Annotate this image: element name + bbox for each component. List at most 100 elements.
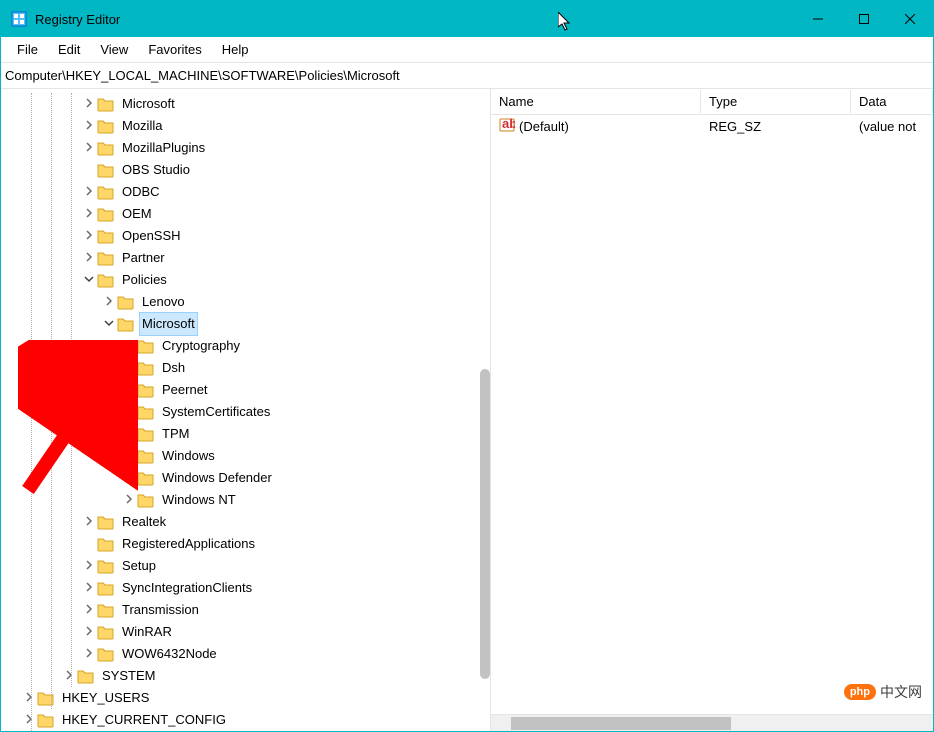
tree-node[interactable]: Dsh — [1, 357, 490, 379]
tree-node-label: OEM — [119, 202, 155, 226]
minimize-icon — [813, 14, 823, 24]
chevron-right-icon[interactable] — [81, 643, 97, 665]
tree-node-label: Partner — [119, 246, 168, 270]
tree-node[interactable]: Mozilla — [1, 115, 490, 137]
tree-node[interactable]: OpenSSH — [1, 225, 490, 247]
tree-node[interactable]: Microsoft — [1, 313, 490, 335]
watermark: php 中文网 — [844, 682, 922, 702]
chevron-right-icon[interactable] — [81, 555, 97, 577]
chevron-right-icon[interactable] — [21, 687, 37, 709]
chevron-right-icon[interactable] — [81, 181, 97, 203]
tree-node[interactable]: WOW6432Node — [1, 643, 490, 665]
tree-node[interactable]: Windows NT — [1, 489, 490, 511]
tree-node[interactable]: Policies — [1, 269, 490, 291]
tree-node[interactable]: Cryptography — [1, 335, 490, 357]
chevron-right-icon[interactable] — [81, 621, 97, 643]
tree-node[interactable]: Peernet — [1, 379, 490, 401]
menu-favorites[interactable]: Favorites — [138, 39, 211, 60]
menu-edit[interactable]: Edit — [48, 39, 90, 60]
chevron-right-icon[interactable] — [121, 335, 137, 357]
hscrollbar-thumb[interactable] — [511, 717, 731, 730]
chevron-right-icon[interactable] — [81, 577, 97, 599]
chevron-right-icon[interactable] — [81, 137, 97, 159]
chevron-right-icon[interactable] — [61, 665, 77, 687]
tree-node-label: Transmission — [119, 598, 202, 622]
chevron-down-icon[interactable] — [101, 313, 117, 335]
tree-node[interactable]: SYSTEM — [1, 665, 490, 687]
value-row[interactable]: ab (Default) REG_SZ (value not — [491, 115, 933, 137]
tree-node[interactable]: ODBC — [1, 181, 490, 203]
tree-node[interactable]: RegisteredApplications — [1, 533, 490, 555]
chevron-right-icon[interactable] — [81, 247, 97, 269]
chevron-right-icon[interactable] — [21, 709, 37, 731]
titlebar[interactable]: Registry Editor — [1, 1, 933, 37]
minimize-button[interactable] — [795, 1, 841, 37]
tree-pane[interactable]: MicrosoftMozillaMozillaPlugins OBS Studi… — [1, 89, 491, 731]
tree-node[interactable]: Setup — [1, 555, 490, 577]
menu-view[interactable]: View — [90, 39, 138, 60]
address-path: Computer\HKEY_LOCAL_MACHINE\SOFTWARE\Pol… — [5, 68, 400, 83]
tree-node[interactable]: SystemCertificates — [1, 401, 490, 423]
column-data[interactable]: Data — [851, 90, 933, 113]
address-bar[interactable]: Computer\HKEY_LOCAL_MACHINE\SOFTWARE\Pol… — [1, 63, 933, 89]
tree-node-label: Windows NT — [159, 488, 239, 512]
tree-node-label: WOW6432Node — [119, 642, 220, 666]
tree-scrollbar-thumb[interactable] — [480, 369, 490, 679]
tree-node[interactable]: TPM — [1, 423, 490, 445]
tree-node-label: HKEY_CURRENT_CONFIG — [59, 708, 229, 731]
watermark-pill: php — [844, 684, 876, 700]
chevron-right-icon[interactable] — [81, 511, 97, 533]
tree-node-label: MozillaPlugins — [119, 136, 208, 160]
tree-node-label: RegisteredApplications — [119, 532, 258, 556]
chevron-right-icon[interactable] — [81, 225, 97, 247]
values-list[interactable]: ab (Default) REG_SZ (value not — [491, 115, 933, 714]
chevron-right-icon[interactable] — [121, 467, 137, 489]
chevron-right-icon[interactable] — [81, 599, 97, 621]
tree-node[interactable]: Transmission — [1, 599, 490, 621]
registry-tree: MicrosoftMozillaMozillaPlugins OBS Studi… — [1, 93, 490, 731]
tree-node-label: Windows — [159, 444, 218, 468]
tree-node-label: Mozilla — [119, 114, 165, 138]
tree-node[interactable]: WinRAR — [1, 621, 490, 643]
tree-node[interactable]: Microsoft — [1, 93, 490, 115]
tree-node[interactable]: Windows — [1, 445, 490, 467]
tree-node-label: SYSTEM — [99, 664, 158, 688]
tree-node[interactable]: Partner — [1, 247, 490, 269]
chevron-right-icon[interactable] — [121, 401, 137, 423]
tree-node[interactable]: SyncIntegrationClients — [1, 577, 490, 599]
value-name: (Default) — [519, 119, 569, 134]
tree-node[interactable]: OBS Studio — [1, 159, 490, 181]
chevron-down-icon[interactable] — [81, 269, 97, 291]
maximize-button[interactable] — [841, 1, 887, 37]
value-type: REG_SZ — [701, 117, 851, 136]
menu-file[interactable]: File — [7, 39, 48, 60]
maximize-icon — [859, 14, 869, 24]
chevron-right-icon[interactable] — [121, 489, 137, 511]
tree-node[interactable]: OEM — [1, 203, 490, 225]
tree-node-label: Windows Defender — [159, 466, 275, 490]
chevron-right-icon[interactable] — [81, 93, 97, 115]
tree-node-label: HKEY_USERS — [59, 686, 152, 710]
tree-guideline — [51, 93, 52, 709]
close-button[interactable] — [887, 1, 933, 37]
tree-node[interactable]: Realtek — [1, 511, 490, 533]
string-value-icon: ab — [499, 117, 515, 136]
menu-help[interactable]: Help — [212, 39, 259, 60]
column-type[interactable]: Type — [701, 90, 851, 113]
tree-node[interactable]: MozillaPlugins — [1, 137, 490, 159]
tree-node[interactable]: HKEY_USERS — [1, 687, 490, 709]
column-name[interactable]: Name — [491, 90, 701, 113]
tree-node-label: OpenSSH — [119, 224, 184, 248]
value-name-cell: ab (Default) — [491, 115, 701, 138]
values-hscrollbar[interactable] — [491, 714, 933, 731]
tree-node-label: Realtek — [119, 510, 169, 534]
tree-node[interactable]: Windows Defender — [1, 467, 490, 489]
chevron-right-icon[interactable] — [121, 445, 137, 467]
chevron-right-icon[interactable] — [101, 291, 117, 313]
window-title: Registry Editor — [35, 12, 120, 27]
chevron-right-icon[interactable] — [81, 115, 97, 137]
tree-node-label: WinRAR — [119, 620, 175, 644]
chevron-right-icon[interactable] — [81, 203, 97, 225]
tree-node[interactable]: Lenovo — [1, 291, 490, 313]
tree-node[interactable]: HKEY_CURRENT_CONFIG — [1, 709, 490, 731]
